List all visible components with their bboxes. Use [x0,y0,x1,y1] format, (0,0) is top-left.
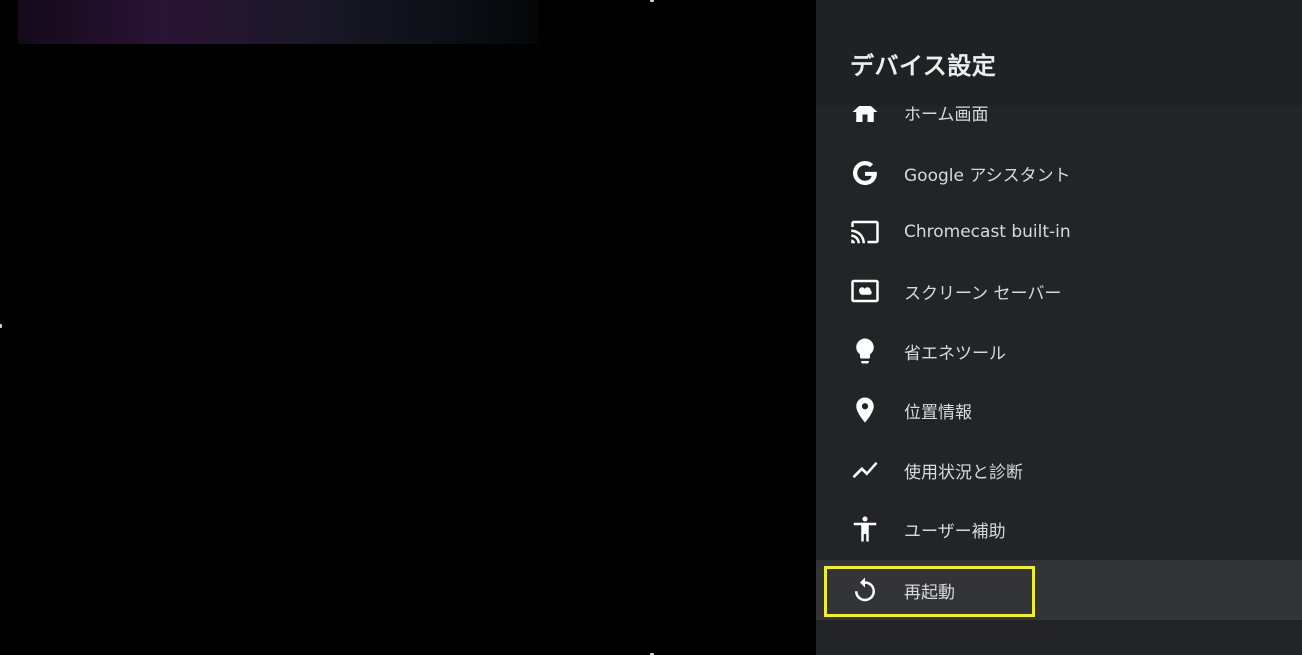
menu-item-chromecast[interactable]: Chromecast built-in [816,202,1302,262]
location-pin-icon [848,393,882,427]
google-g-icon [848,156,882,190]
background-preview [18,0,538,44]
panel-title: デバイス設定 [850,52,997,80]
screensaver-icon [848,274,882,308]
menu-item-label: 再起動 [904,582,955,603]
home-icon [848,106,882,129]
menu-item-usage-diagnostics[interactable]: 使用状況と診断 [816,440,1302,500]
menu-item-label: 省エネツール [904,343,1006,364]
menu-item-restart[interactable]: 再起動 [816,560,1302,620]
menu-item-label: 使用状況と診断 [904,462,1023,483]
menu-item-screensaver[interactable]: スクリーン セーバー [816,261,1302,321]
lightbulb-icon [848,334,882,368]
menu-item-label: ホーム画面 [904,106,989,125]
device-settings-panel: デバイス設定 ホーム画面 Google アシスタント Chromecast bu [816,0,1302,655]
panel-header: デバイス設定 [816,0,1302,106]
menu-item-accessibility[interactable]: ユーザー補助 [816,499,1302,559]
cast-icon [848,215,882,249]
settings-menu-list: ホーム画面 Google アシスタント Chromecast built-in … [816,106,1302,655]
trending-line-icon [848,453,882,487]
menu-item-label: 位置情報 [904,402,972,423]
menu-item-label: Google アシスタント [904,165,1071,186]
menu-item-google-assistant[interactable]: Google アシスタント [816,143,1302,203]
edge-marker [650,0,654,2]
menu-item-label: ユーザー補助 [904,521,1006,542]
menu-item-energy-saver[interactable]: 省エネツール [816,321,1302,381]
restart-icon [848,573,882,607]
menu-item-label: Chromecast built-in [904,222,1071,242]
menu-item-location[interactable]: 位置情報 [816,380,1302,440]
menu-item-home-screen[interactable]: ホーム画面 [816,106,1302,142]
accessibility-icon [848,512,882,546]
menu-item-label: スクリーン セーバー [904,283,1062,304]
tv-screen: デバイス設定 ホーム画面 Google アシスタント Chromecast bu [0,0,1302,655]
edge-marker [0,324,2,328]
